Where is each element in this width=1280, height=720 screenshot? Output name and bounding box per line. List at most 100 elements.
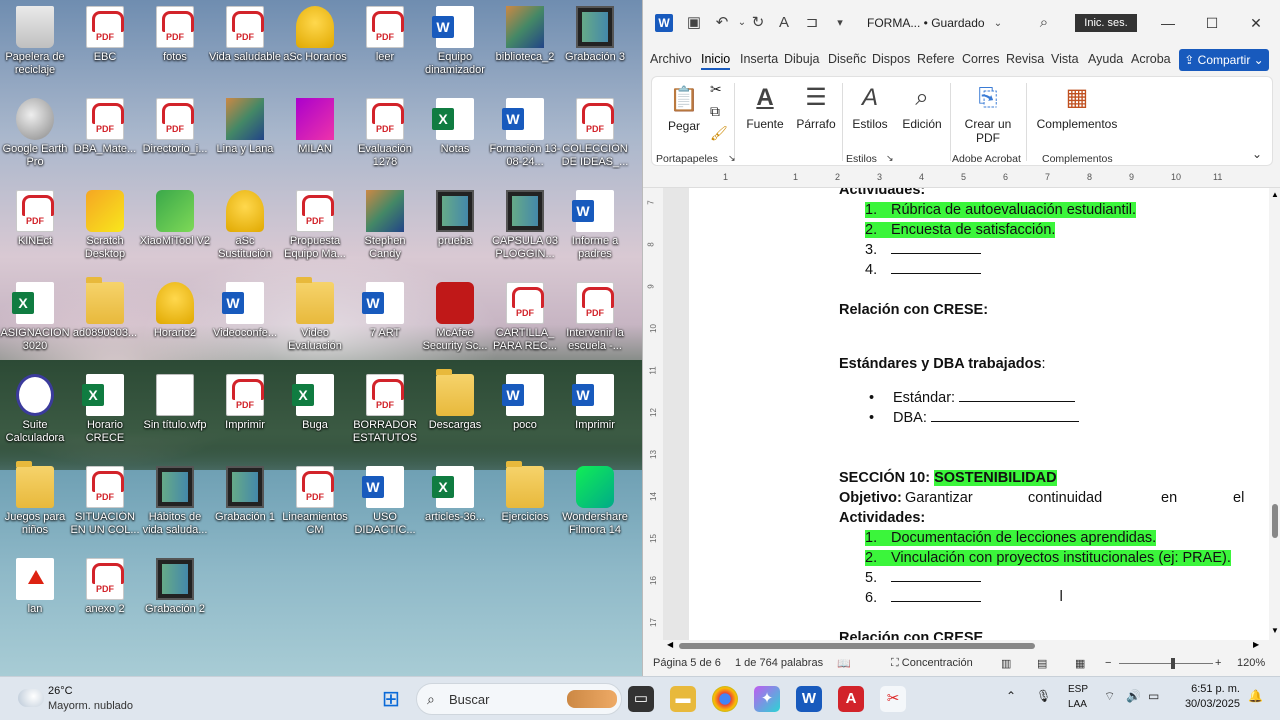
vertical-scrollbar[interactable]: ▲ ▼ (1269, 188, 1280, 640)
desktop-icon[interactable]: aSc Horarios (278, 6, 352, 64)
editing-button[interactable]: ⌕ Edición (900, 81, 944, 131)
desktop-icon[interactable]: Horario CRECE (68, 374, 142, 445)
desktop-icon[interactable]: Equipo dinamizador (418, 6, 492, 77)
desktop-icon[interactable]: Videoconfe... (208, 282, 282, 340)
desktop-icon[interactable]: Google Earth Pro (0, 98, 72, 169)
proofing-icon[interactable]: 📖 (837, 657, 851, 670)
snipping-tool-icon[interactable]: ✂ (880, 686, 906, 712)
desktop-icon[interactable]: Scratch Desktop (68, 190, 142, 261)
desktop-icon[interactable]: lan (0, 558, 72, 616)
desktop-icon[interactable]: 7 ART (348, 282, 422, 340)
desktop-icon[interactable]: BORRADOR ESTATUTOS (348, 374, 422, 445)
scroll-thumb[interactable] (1272, 504, 1278, 538)
desktop-icon[interactable]: COLECCIÓN DE IDEAS_... (558, 98, 632, 169)
desktop-icon[interactable]: Evaluación 1278 (348, 98, 422, 169)
desktop-icon[interactable]: EBC (68, 6, 142, 64)
read-mode-icon[interactable]: ▥ (1001, 657, 1011, 670)
sign-in-button[interactable]: Inic. ses. (1075, 14, 1137, 32)
page-count[interactable]: Página 5 de 6 (653, 657, 721, 669)
desktop-icon[interactable]: Lina y Lana (208, 98, 282, 156)
collapse-ribbon-icon[interactable]: ⌄ (1252, 147, 1262, 161)
tab-3[interactable]: Dibuja (784, 52, 819, 66)
tray-chevron-icon[interactable]: ⌃ (1006, 689, 1016, 703)
desktop-icon[interactable]: Grabación 3 (558, 6, 632, 64)
tab-8[interactable]: Revisa (1006, 52, 1044, 66)
close-icon[interactable]: ✕ (1241, 12, 1271, 34)
save-icon[interactable]: ▣ (685, 14, 703, 32)
desktop-icon[interactable]: Vida saludable (208, 6, 282, 64)
styles-launcher-icon[interactable]: ↘ (886, 153, 894, 164)
desktop-icon[interactable]: Buga (278, 374, 352, 432)
desktop-icon[interactable]: Juegos para niños (0, 461, 72, 537)
customize-toolbar-icon[interactable]: ▾ (831, 14, 849, 32)
windows-start-icon[interactable]: ⊞ (378, 686, 404, 712)
desktop-icon[interactable]: biblioteca_2 (488, 6, 562, 64)
desktop-icon[interactable]: prueba (418, 190, 492, 248)
desktop-icon[interactable]: fotos (138, 6, 212, 64)
copilot-icon[interactable]: ✦ (754, 686, 780, 712)
tab-9[interactable]: Vista (1051, 52, 1079, 66)
desktop-icon[interactable]: ASIGNACION 3020 (0, 282, 72, 353)
horizontal-scrollbar[interactable]: ◀ ▶ (663, 640, 1269, 652)
tab-2[interactable]: Inserta (740, 52, 778, 66)
desktop-icon[interactable]: KINEct (0, 190, 72, 248)
desktop-icon[interactable]: ad0890303... (68, 277, 142, 340)
font-button[interactable]: A Fuente (742, 81, 788, 131)
desktop-icon[interactable]: XiaoMiTool V2 (138, 190, 212, 248)
scroll-down-icon[interactable]: ▼ (1271, 626, 1279, 635)
scroll-left-icon[interactable]: ◀ (667, 640, 673, 649)
read-aloud-icon[interactable]: A (775, 14, 793, 32)
desktop-icon[interactable]: Notas (418, 98, 492, 156)
focus-mode-button[interactable]: ⛶ Concentración (891, 657, 973, 670)
desktop-icon[interactable]: Hábitos de vida saluda... (138, 466, 212, 537)
document-page[interactable]: Actividades: 1. Rúbrica de autoevaluación… (689, 188, 1269, 640)
tab-10[interactable]: Ayuda (1088, 52, 1123, 66)
desktop-icon[interactable]: Lineamientos CM (278, 466, 352, 537)
paragraph-button[interactable]: ☰ Párrafo (794, 81, 838, 131)
desktop-icon[interactable]: leer (348, 6, 422, 64)
desktop-icon[interactable]: Grabación 2 (138, 558, 212, 616)
desktop-icon[interactable]: Sin título.wfp (138, 374, 212, 432)
zoom-out-icon[interactable]: − (1105, 657, 1111, 669)
paste-button[interactable]: 📋 Pegar (662, 83, 706, 133)
maximize-icon[interactable]: ☐ (1197, 12, 1227, 34)
desktop-icon[interactable]: Informe a padres (558, 190, 632, 261)
scroll-up-icon[interactable]: ▲ (1271, 190, 1279, 199)
desktop-icon[interactable]: Ejercicios (488, 461, 562, 524)
styles-button[interactable]: A Estilos (848, 81, 892, 131)
desktop-icon[interactable]: Imprimir (558, 374, 632, 432)
desktop-icon[interactable]: USO DIDACTIC... (348, 466, 422, 537)
tab-7[interactable]: Corres (962, 52, 1000, 66)
desktop-icon[interactable]: Propuesta Equipo Ma... (278, 190, 352, 261)
task-view-icon[interactable]: ▭ (628, 686, 654, 712)
search-icon[interactable]: ⌕ (1035, 14, 1053, 32)
desktop-icon[interactable]: DBA_Mate... (68, 98, 142, 156)
clock-date[interactable]: 30/03/2025 (1182, 698, 1240, 710)
desktop-icon[interactable]: CARTILLA_ PARA REC... (488, 282, 562, 353)
title-chevron-icon[interactable]: ⌄ (989, 15, 1007, 33)
scroll-thumb[interactable] (679, 643, 1035, 649)
create-pdf-button[interactable]: ⎘ Crear un PDF (956, 81, 1020, 145)
desktop-icon[interactable]: Imprimir (208, 374, 282, 432)
tab-0[interactable]: Archivo (650, 52, 692, 66)
desktop-icon[interactable]: McAfee Security Sc... (418, 282, 492, 353)
desktop-icon[interactable]: aSc Sustitución (208, 190, 282, 261)
minimize-icon[interactable]: — (1153, 12, 1183, 34)
desktop-icon[interactable]: poco (488, 374, 562, 432)
web-layout-icon[interactable]: ▦ (1075, 657, 1085, 670)
zoom-level[interactable]: 120% (1237, 657, 1265, 669)
undo-icon[interactable]: ↶ (713, 14, 731, 32)
language-code[interactable]: ESP (1068, 684, 1088, 695)
addins-button[interactable]: ▦ Complementos (1034, 81, 1120, 131)
desktop-icon[interactable]: CAPSULA 03 PLOGGIN... (488, 190, 562, 261)
tab-1[interactable]: Inicio (701, 52, 731, 70)
format-painter-icon[interactable]: 🖌 (710, 125, 728, 142)
desktop-icon[interactable]: Grabación 1 (208, 466, 282, 524)
language-region[interactable]: LAA (1068, 699, 1087, 710)
clipboard-launcher-icon[interactable]: ↘ (728, 153, 736, 164)
desktop-icon[interactable]: Stephen Candy (348, 190, 422, 261)
taskbar-search[interactable]: ⌕ Buscar (416, 683, 622, 715)
tab-4[interactable]: Diseñc (828, 52, 866, 66)
desktop-icon[interactable]: Directorio_i... (138, 98, 212, 156)
tab-6[interactable]: Refere (917, 52, 955, 66)
